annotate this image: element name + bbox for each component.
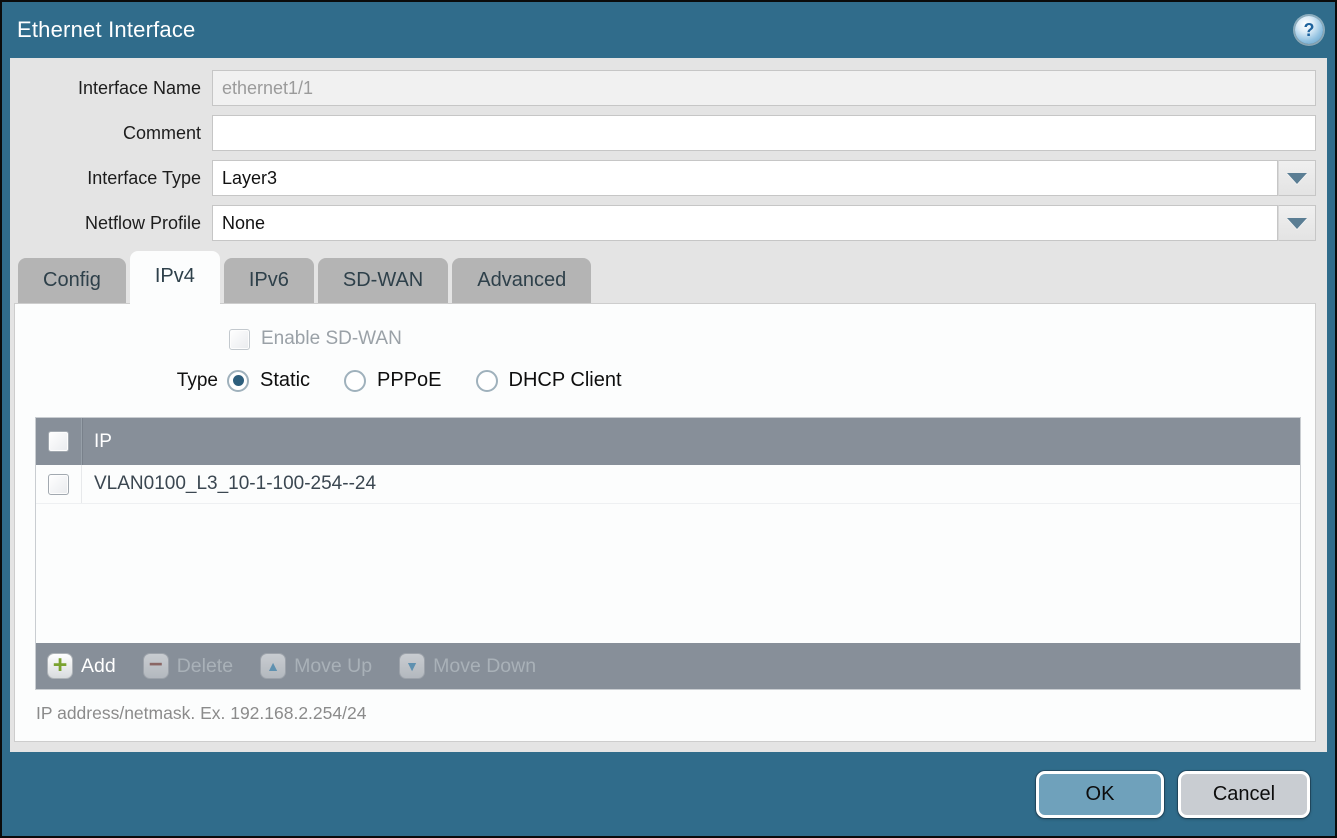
tab-advanced[interactable]: Advanced (452, 258, 591, 303)
delete-label: Delete (177, 655, 233, 678)
ip-table-header: IP (36, 418, 1300, 465)
cancel-button[interactable]: Cancel (1178, 771, 1310, 818)
comment-label: Comment (10, 123, 212, 144)
enable-sdwan-checkbox[interactable] (229, 329, 250, 350)
tab-ipv6[interactable]: IPv6 (224, 258, 314, 303)
minus-icon: − (143, 653, 169, 679)
form-area: Interface Name Comment Interface Type (10, 58, 1327, 250)
select-all-checkbox[interactable] (48, 431, 69, 452)
netflow-profile-input[interactable] (212, 205, 1278, 241)
add-button[interactable]: + Add (47, 653, 116, 679)
interface-name-input (212, 70, 1316, 106)
comment-row: Comment (10, 115, 1316, 151)
interface-type-dropdown-trigger[interactable] (1278, 160, 1316, 196)
radio-unselected-icon (476, 370, 498, 392)
interface-name-row: Interface Name (10, 70, 1316, 106)
type-label: Type (15, 370, 227, 392)
move-down-label: Move Down (433, 655, 536, 678)
move-up-label: Move Up (294, 655, 372, 678)
enable-sdwan-row: Enable SD-WAN (229, 328, 1315, 350)
ip-table-body: VLAN0100_L3_10-1-100-254--24 (36, 465, 1300, 643)
enable-sdwan-label: Enable SD-WAN (261, 328, 402, 350)
ip-table: IP VLAN0100_L3_10-1-100-254--24 + Add (35, 417, 1301, 690)
hint-text: IP address/netmask. Ex. 192.168.2.254/24 (36, 703, 1315, 724)
tab-ipv4[interactable]: IPv4 (130, 251, 220, 304)
tab-config[interactable]: Config (18, 258, 126, 303)
tab-sd-wan[interactable]: SD-WAN (318, 258, 448, 303)
interface-type-label: Interface Type (10, 168, 212, 189)
ethernet-interface-dialog: Ethernet Interface ? Interface Name Comm… (0, 0, 1337, 838)
ip-table-toolbar: + Add − Delete ▲ Move Up ▼ Move Down (36, 643, 1300, 689)
netflow-profile-label: Netflow Profile (10, 213, 212, 234)
chevron-down-icon (1287, 218, 1307, 229)
tab-bar: Config IPv4 IPv6 SD-WAN Advanced (10, 250, 1327, 303)
help-icon[interactable]: ? (1295, 16, 1323, 44)
radio-dhcp-client[interactable]: DHCP Client (476, 369, 622, 392)
radio-pppoe-label: PPPoE (377, 369, 441, 392)
chevron-down-icon (1287, 173, 1307, 184)
add-label: Add (81, 655, 116, 678)
plus-icon: + (47, 653, 73, 679)
radio-selected-icon (227, 370, 249, 392)
ipv4-panel: Enable SD-WAN Type Static PPPoE DHCP Cli… (14, 303, 1316, 742)
dialog-titlebar: Ethernet Interface ? (2, 2, 1335, 58)
dialog-body: Interface Name Comment Interface Type (10, 58, 1327, 752)
arrow-up-icon: ▲ (260, 653, 286, 679)
radio-dhcp-label: DHCP Client (509, 369, 622, 392)
radio-unselected-icon (344, 370, 366, 392)
netflow-profile-row: Netflow Profile (10, 205, 1316, 241)
move-up-button[interactable]: ▲ Move Up (260, 653, 372, 679)
move-down-button[interactable]: ▼ Move Down (399, 653, 536, 679)
interface-name-label: Interface Name (10, 78, 212, 99)
ip-cell: VLAN0100_L3_10-1-100-254--24 (82, 473, 376, 495)
netflow-profile-dropdown-trigger[interactable] (1278, 205, 1316, 241)
radio-static[interactable]: Static (227, 369, 310, 392)
delete-button[interactable]: − Delete (143, 653, 233, 679)
dialog-footer: OK Cancel (2, 752, 1335, 836)
type-row: Type Static PPPoE DHCP Client (15, 369, 1315, 392)
interface-type-row: Interface Type (10, 160, 1316, 196)
table-row[interactable]: VLAN0100_L3_10-1-100-254--24 (36, 465, 1300, 504)
radio-static-label: Static (260, 369, 310, 392)
radio-pppoe[interactable]: PPPoE (344, 369, 441, 392)
ip-column-header: IP (82, 431, 112, 453)
row-checkbox[interactable] (48, 474, 69, 495)
ok-button[interactable]: OK (1036, 771, 1164, 818)
comment-input[interactable] (212, 115, 1316, 151)
arrow-down-icon: ▼ (399, 653, 425, 679)
dialog-title: Ethernet Interface (17, 17, 195, 43)
interface-type-input[interactable] (212, 160, 1278, 196)
